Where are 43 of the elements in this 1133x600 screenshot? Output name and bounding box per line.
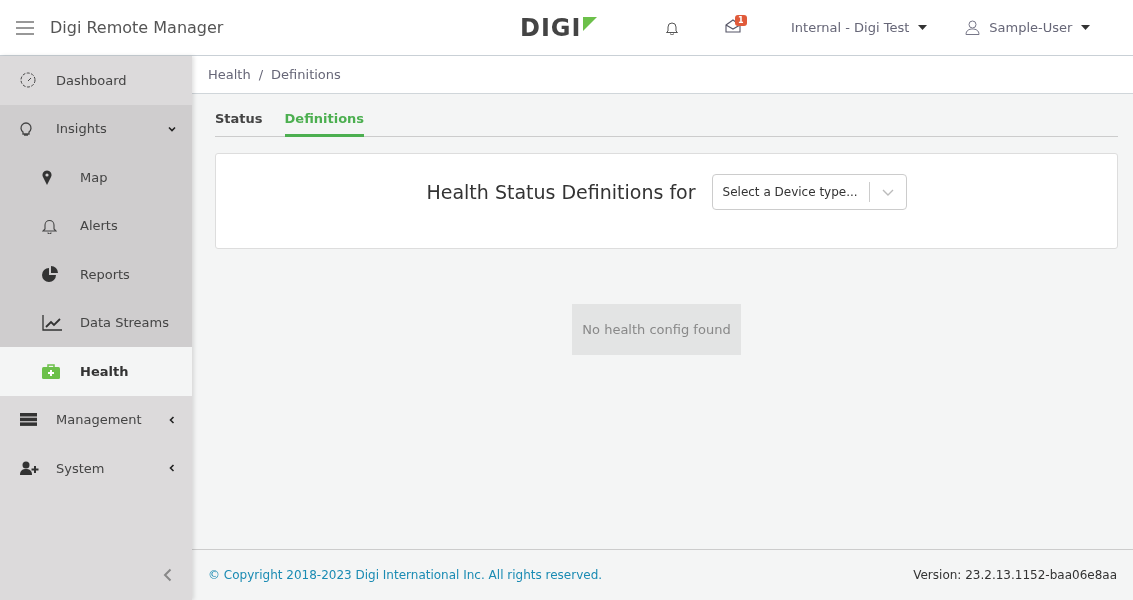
caret-icon [1081,25,1091,30]
bell-icon[interactable] [665,20,679,35]
empty-message: No health config found [572,304,741,355]
bell-icon [42,217,57,234]
server-icon [20,413,37,427]
chevron-down-icon [881,189,894,196]
first-aid-kit-icon [42,363,60,379]
collapse-sidebar-icon[interactable] [163,568,172,582]
message-count-badge: 1 [735,15,747,26]
card-title: Health Status Definitions for [426,181,696,203]
menu-icon[interactable] [16,20,34,35]
chevron-left-icon [168,415,176,424]
map-pin-icon [42,169,52,185]
user-add-icon [20,461,39,476]
speedometer-icon [20,72,36,89]
tab[interactable]: Status [215,107,263,137]
caret-icon [918,25,928,30]
breadcrumb-separator: / [258,67,264,82]
breadcrumb-link[interactable]: Health [208,67,251,82]
pie-chart-icon [42,266,58,283]
organization-dropdown[interactable]: Internal - Digi Test [791,20,928,35]
copyright-link[interactable]: © Copyright 2018-2023 Digi International Inc. All rights reserved. [208,568,603,582]
version-text: Version: 23.2.13.1152-baa06e8aa [913,568,1117,582]
sidebar-item[interactable]: Insights [0,104,192,153]
sidebar-subitem[interactable]: Map [0,153,192,202]
logo: DIGI [520,14,582,41]
lightbulb-icon [20,120,32,137]
line-chart-icon [42,314,62,331]
sidebar-item[interactable]: Dashboard [0,56,192,105]
logo-triangle-icon [583,16,598,31]
user-icon [965,20,981,35]
sidebar-subitem[interactable]: Reports [0,250,192,299]
sidebar-item[interactable]: Management [0,395,192,444]
chevron-left-icon [168,464,176,473]
sidebar-subitem[interactable]: Health [0,347,192,396]
sidebar-subitem[interactable]: Alerts [0,201,192,250]
envelope-icon[interactable] [725,19,741,33]
device-type-select[interactable]: Select a Device type... [711,174,907,210]
sidebar-subitem[interactable]: Data Streams [0,298,192,347]
sidebar-item[interactable]: System [0,444,192,493]
chevron-down-icon [168,124,176,133]
app-title: Digi Remote Manager [50,18,225,37]
user-dropdown[interactable]: Sample-User [965,20,1091,35]
